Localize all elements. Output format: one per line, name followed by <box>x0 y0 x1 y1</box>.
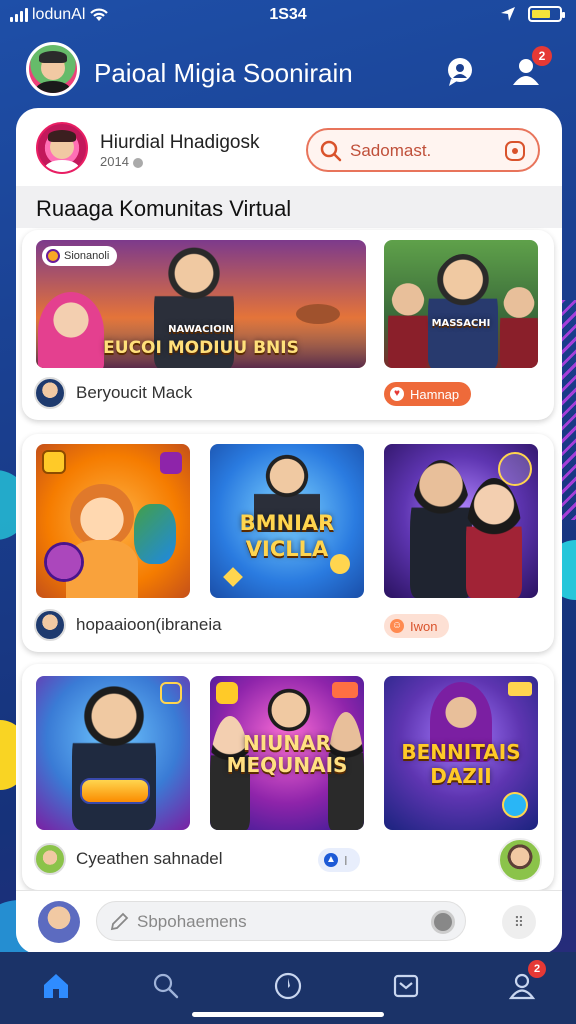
thumbnail-caption: NIUNAR MEQUNAIS <box>226 731 348 777</box>
chat-icon <box>448 58 472 86</box>
inbox-icon <box>393 974 419 998</box>
post-author[interactable]: Cyeathen sahnadel <box>34 842 223 876</box>
section-header: Ruaaga Komunitas Virtual <box>16 186 562 228</box>
search-input[interactable] <box>350 140 500 162</box>
thumbnail-caption: BENNITAIS DAZII <box>401 740 521 788</box>
emoji-icon: ☺ <box>390 619 404 633</box>
reaction-button[interactable]: ☺ Iwon <box>384 614 450 638</box>
nav-explore[interactable] <box>266 964 310 1008</box>
composer-avatar <box>38 901 80 943</box>
profile-name: Hiurdial Hnadigosk <box>100 132 260 153</box>
home-icon <box>44 974 68 998</box>
notifications-button[interactable]: 2 <box>506 46 552 92</box>
filter-icon[interactable] <box>504 140 526 162</box>
search-bar[interactable] <box>306 128 540 172</box>
nav-profile[interactable]: 2 <box>500 960 546 1008</box>
main-card: Hiurdial Hnadigosk 2014 Ruaaga Komunitas… <box>16 108 562 954</box>
post-thumbnail[interactable]: BMNIAR VICLLA <box>210 444 364 598</box>
author-name: Beryoucit Mack <box>76 383 193 402</box>
notification-badge: 2 <box>532 46 552 66</box>
profile-avatar[interactable] <box>36 122 88 174</box>
thumbnail-caption: MASSACHI <box>431 318 491 329</box>
reaction-count-label: I <box>344 852 348 868</box>
post-thumbnail[interactable] <box>36 676 190 830</box>
reaction-count[interactable]: ▲ I <box>318 848 360 872</box>
comment-input[interactable] <box>137 911 417 933</box>
reaction-label: Iwon <box>410 618 438 634</box>
more-options-button[interactable]: ⠿ <box>502 905 536 939</box>
app-header: Paioal Migia Soonirain 2 <box>0 38 576 104</box>
app-title: Paioal Migia Soonirain <box>94 58 353 88</box>
author-avatar <box>34 609 66 641</box>
search-icon <box>153 973 179 999</box>
post-author[interactable]: hopaaioon(ibraneia <box>34 608 222 642</box>
nav-search[interactable] <box>144 964 188 1008</box>
profile-badge: 2 <box>528 960 546 978</box>
like-label: Hamnap <box>410 386 460 402</box>
send-icon[interactable] <box>431 910 455 934</box>
section-title: Ruaaga Komunitas Virtual <box>36 196 292 221</box>
thumbnail-subcaption: NAWACIOIN <box>168 324 234 335</box>
participant-avatar[interactable] <box>498 838 542 882</box>
post-thumbnail[interactable] <box>36 444 190 598</box>
post-thumbnail[interactable]: MASSACHI <box>384 240 538 368</box>
coin-icon <box>46 249 60 263</box>
author-name: hopaaioon(ibraneia <box>76 615 222 634</box>
search-icon <box>320 140 342 162</box>
community-badge: Sionanoli <box>42 246 118 266</box>
nav-home[interactable] <box>34 964 78 1008</box>
author-avatar <box>34 377 66 409</box>
status-time: 1S34 <box>269 6 307 23</box>
like-button[interactable]: ♥ Hamnap <box>384 382 472 406</box>
author-name: Cyeathen sahnadel <box>76 849 223 868</box>
pen-icon <box>110 912 129 931</box>
nav-inbox[interactable] <box>384 964 428 1008</box>
post-thumbnail[interactable]: BENNITAIS DAZII <box>384 676 538 830</box>
chat-button[interactable] <box>440 52 480 92</box>
post-thumbnail[interactable] <box>384 444 538 598</box>
location-arrow-icon <box>501 7 515 21</box>
feed-card[interactable]: BMNIAR VICLLA hopaaioon(ibraneia ☺ Iwon <box>22 434 554 652</box>
author-avatar <box>34 843 66 875</box>
feed-card[interactable]: Sionanoli NAWACIOIN EUCOI MODIUU BNIS MA… <box>22 230 554 420</box>
globe-icon <box>132 157 143 168</box>
post-thumbnail[interactable]: Sionanoli NAWACIOIN EUCOI MODIUU BNIS <box>36 240 366 368</box>
battery-level <box>532 10 551 18</box>
post-thumbnail[interactable]: NIUNAR MEQUNAIS <box>210 676 364 830</box>
compass-icon <box>274 972 302 1000</box>
home-indicator[interactable] <box>192 1012 384 1017</box>
profile-row: Hiurdial Hnadigosk 2014 <box>16 108 562 184</box>
status-bar: lodunAl 1S34 <box>0 0 576 32</box>
heart-icon: ♥ <box>390 387 404 401</box>
profile-date: 2014 <box>100 154 129 169</box>
badge-label: Sionanoli <box>64 250 110 262</box>
thumbnail-caption: EUCOI MODIUU BNIS <box>103 338 299 358</box>
user-avatar[interactable] <box>26 42 80 96</box>
comment-composer: ⠿ <box>16 890 562 954</box>
battery-icon <box>528 6 565 22</box>
post-author[interactable]: Beryoucit Mack <box>34 376 192 410</box>
profile-subtitle: 2014 <box>100 154 143 169</box>
comment-field[interactable] <box>96 901 466 941</box>
more-icon: ⠿ <box>513 913 525 930</box>
thumbs-up-icon: ▲ <box>324 853 338 867</box>
feed-card[interactable]: NIUNAR MEQUNAIS BENNITAIS DAZII Cyeathen… <box>22 664 554 890</box>
